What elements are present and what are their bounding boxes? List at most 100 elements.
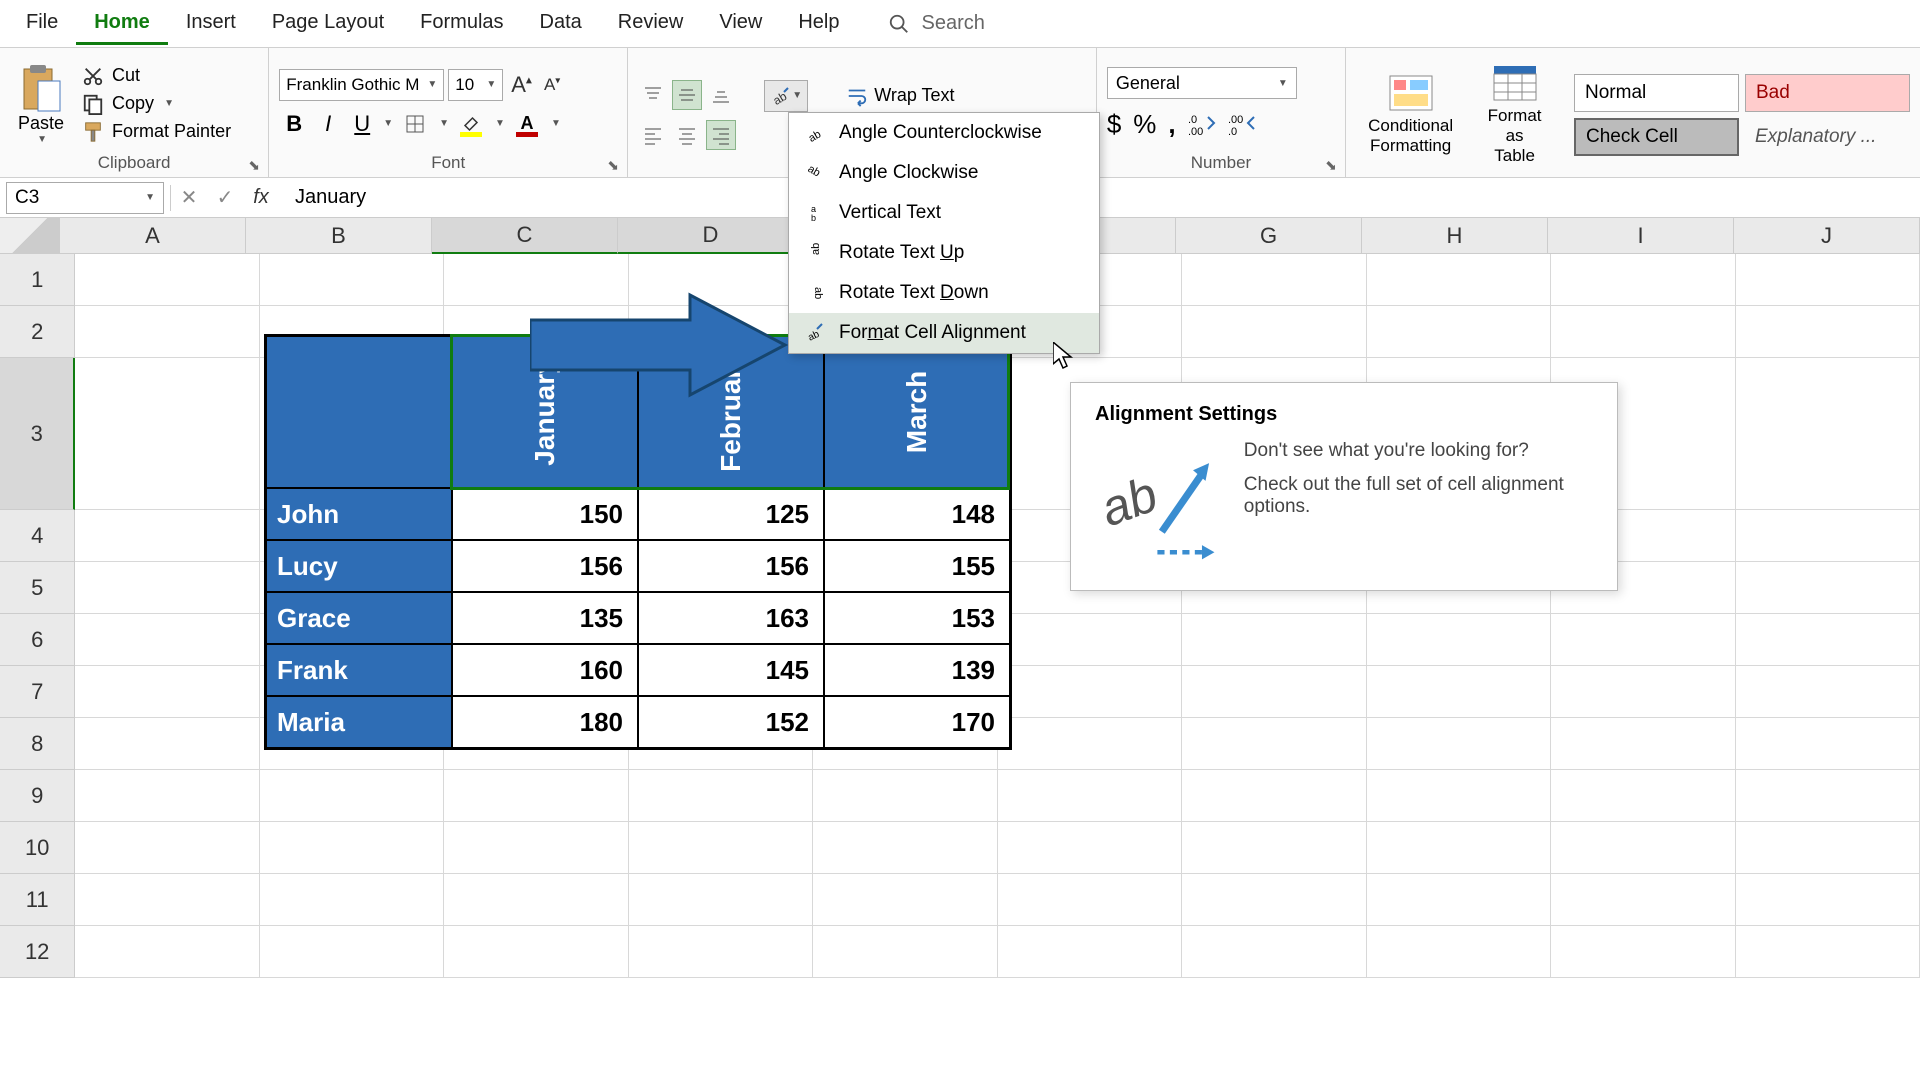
cell[interactable]	[1551, 666, 1735, 718]
align-middle-button[interactable]	[672, 80, 702, 110]
cell[interactable]	[1736, 666, 1920, 718]
table-cell-value[interactable]: 170	[824, 696, 1010, 748]
cell[interactable]	[998, 614, 1182, 666]
table-cell-value[interactable]: 152	[638, 696, 824, 748]
fill-color-button[interactable]	[453, 109, 489, 139]
cell[interactable]	[1551, 770, 1735, 822]
font-color-button[interactable]: A	[509, 109, 545, 139]
cell[interactable]	[1367, 822, 1551, 874]
cell[interactable]	[1551, 614, 1735, 666]
table-cell-value[interactable]: 150	[452, 488, 638, 540]
cell[interactable]	[1551, 822, 1735, 874]
dialog-launcher-icon[interactable]: ⬊	[248, 157, 264, 173]
copy-button[interactable]: Copy ▼	[82, 93, 231, 115]
table-cell-value[interactable]: 125	[638, 488, 824, 540]
cell[interactable]	[75, 770, 259, 822]
table-row-name[interactable]: John	[266, 488, 452, 540]
table-cell-value[interactable]: 155	[824, 540, 1010, 592]
cell[interactable]	[260, 254, 444, 306]
row-header-10[interactable]: 10	[0, 822, 75, 874]
percent-button[interactable]: %	[1133, 109, 1156, 140]
cell[interactable]	[260, 822, 444, 874]
orientation-menu-item[interactable]: abAngle Clockwise	[789, 153, 1099, 193]
name-box[interactable]: C3▼	[6, 182, 164, 214]
style-bad[interactable]: Bad	[1745, 74, 1910, 112]
cell[interactable]	[629, 926, 813, 978]
cell[interactable]	[629, 822, 813, 874]
align-bottom-button[interactable]	[706, 80, 736, 110]
cell[interactable]	[1551, 874, 1735, 926]
table-cell-value[interactable]: 145	[638, 644, 824, 696]
cell[interactable]	[1182, 666, 1366, 718]
table-header-month[interactable]: March	[824, 336, 1010, 488]
cell[interactable]	[260, 926, 444, 978]
cell[interactable]	[444, 822, 628, 874]
fx-icon[interactable]: fx	[243, 186, 279, 209]
cell[interactable]	[75, 666, 259, 718]
table-cell-value[interactable]: 135	[452, 592, 638, 644]
cell[interactable]	[1551, 254, 1735, 306]
row-header-12[interactable]: 12	[0, 926, 75, 978]
col-header-D[interactable]: D	[618, 218, 804, 254]
decrease-decimal-icon[interactable]: .00.0	[1228, 109, 1256, 137]
table-cell-value[interactable]: 160	[452, 644, 638, 696]
cell[interactable]	[629, 874, 813, 926]
cancel-formula-icon[interactable]: ✕	[171, 185, 207, 210]
cell[interactable]	[1182, 718, 1366, 770]
number-format-combo[interactable]: General▼	[1107, 67, 1297, 99]
cell[interactable]	[998, 770, 1182, 822]
menu-review[interactable]: Review	[600, 3, 702, 45]
cell[interactable]	[1736, 562, 1920, 614]
cell[interactable]	[813, 822, 997, 874]
cell[interactable]	[75, 358, 259, 510]
borders-button[interactable]	[397, 109, 433, 139]
bold-button[interactable]: B	[279, 109, 309, 139]
orientation-menu-item[interactable]: abAngle Counterclockwise	[789, 113, 1099, 153]
format-as-table-button[interactable]: Format as Table	[1465, 60, 1564, 170]
cell[interactable]	[1367, 770, 1551, 822]
col-header-A[interactable]: A	[60, 218, 246, 254]
cell[interactable]	[1367, 874, 1551, 926]
cell[interactable]	[1736, 254, 1920, 306]
menu-view[interactable]: View	[701, 3, 780, 45]
underline-button[interactable]: U	[347, 109, 377, 139]
paste-button[interactable]: Paste ▼	[10, 59, 72, 149]
table-row-name[interactable]: Grace	[266, 592, 452, 644]
col-header-J[interactable]: J	[1734, 218, 1920, 254]
select-all-corner[interactable]	[0, 218, 60, 254]
cell[interactable]	[1367, 254, 1551, 306]
cell[interactable]	[1736, 358, 1920, 510]
cell[interactable]	[75, 510, 259, 562]
cut-button[interactable]: Cut	[82, 65, 231, 87]
cell[interactable]	[1551, 926, 1735, 978]
table-cell-value[interactable]: 139	[824, 644, 1010, 696]
format-painter-button[interactable]: Format Painter	[82, 121, 231, 143]
increase-decimal-icon[interactable]: .0.00	[1188, 109, 1216, 137]
cell[interactable]	[444, 874, 628, 926]
cell[interactable]	[75, 822, 259, 874]
cell[interactable]	[1551, 718, 1735, 770]
table-cell-value[interactable]: 163	[638, 592, 824, 644]
wrap-text-button[interactable]: Wrap Text	[836, 80, 964, 112]
chevron-down-icon[interactable]: ▼	[495, 118, 505, 129]
cell[interactable]	[1367, 718, 1551, 770]
table-row-name[interactable]: Lucy	[266, 540, 452, 592]
cell[interactable]	[75, 718, 259, 770]
cell[interactable]	[1367, 926, 1551, 978]
cell[interactable]	[813, 770, 997, 822]
cell[interactable]	[1551, 306, 1735, 358]
cell[interactable]	[998, 666, 1182, 718]
table-row-name[interactable]: Frank	[266, 644, 452, 696]
cell[interactable]	[75, 254, 259, 306]
cell[interactable]	[75, 562, 259, 614]
menu-insert[interactable]: Insert	[168, 3, 254, 45]
dialog-launcher-icon[interactable]: ⬊	[607, 157, 623, 173]
cell[interactable]	[1736, 926, 1920, 978]
row-header-3[interactable]: 3	[0, 358, 75, 510]
col-header-G[interactable]: G	[1176, 218, 1362, 254]
col-header-I[interactable]: I	[1548, 218, 1734, 254]
row-header-7[interactable]: 7	[0, 666, 75, 718]
enter-formula-icon[interactable]: ✓	[207, 185, 243, 210]
row-header-2[interactable]: 2	[0, 306, 75, 358]
cell[interactable]	[1367, 614, 1551, 666]
